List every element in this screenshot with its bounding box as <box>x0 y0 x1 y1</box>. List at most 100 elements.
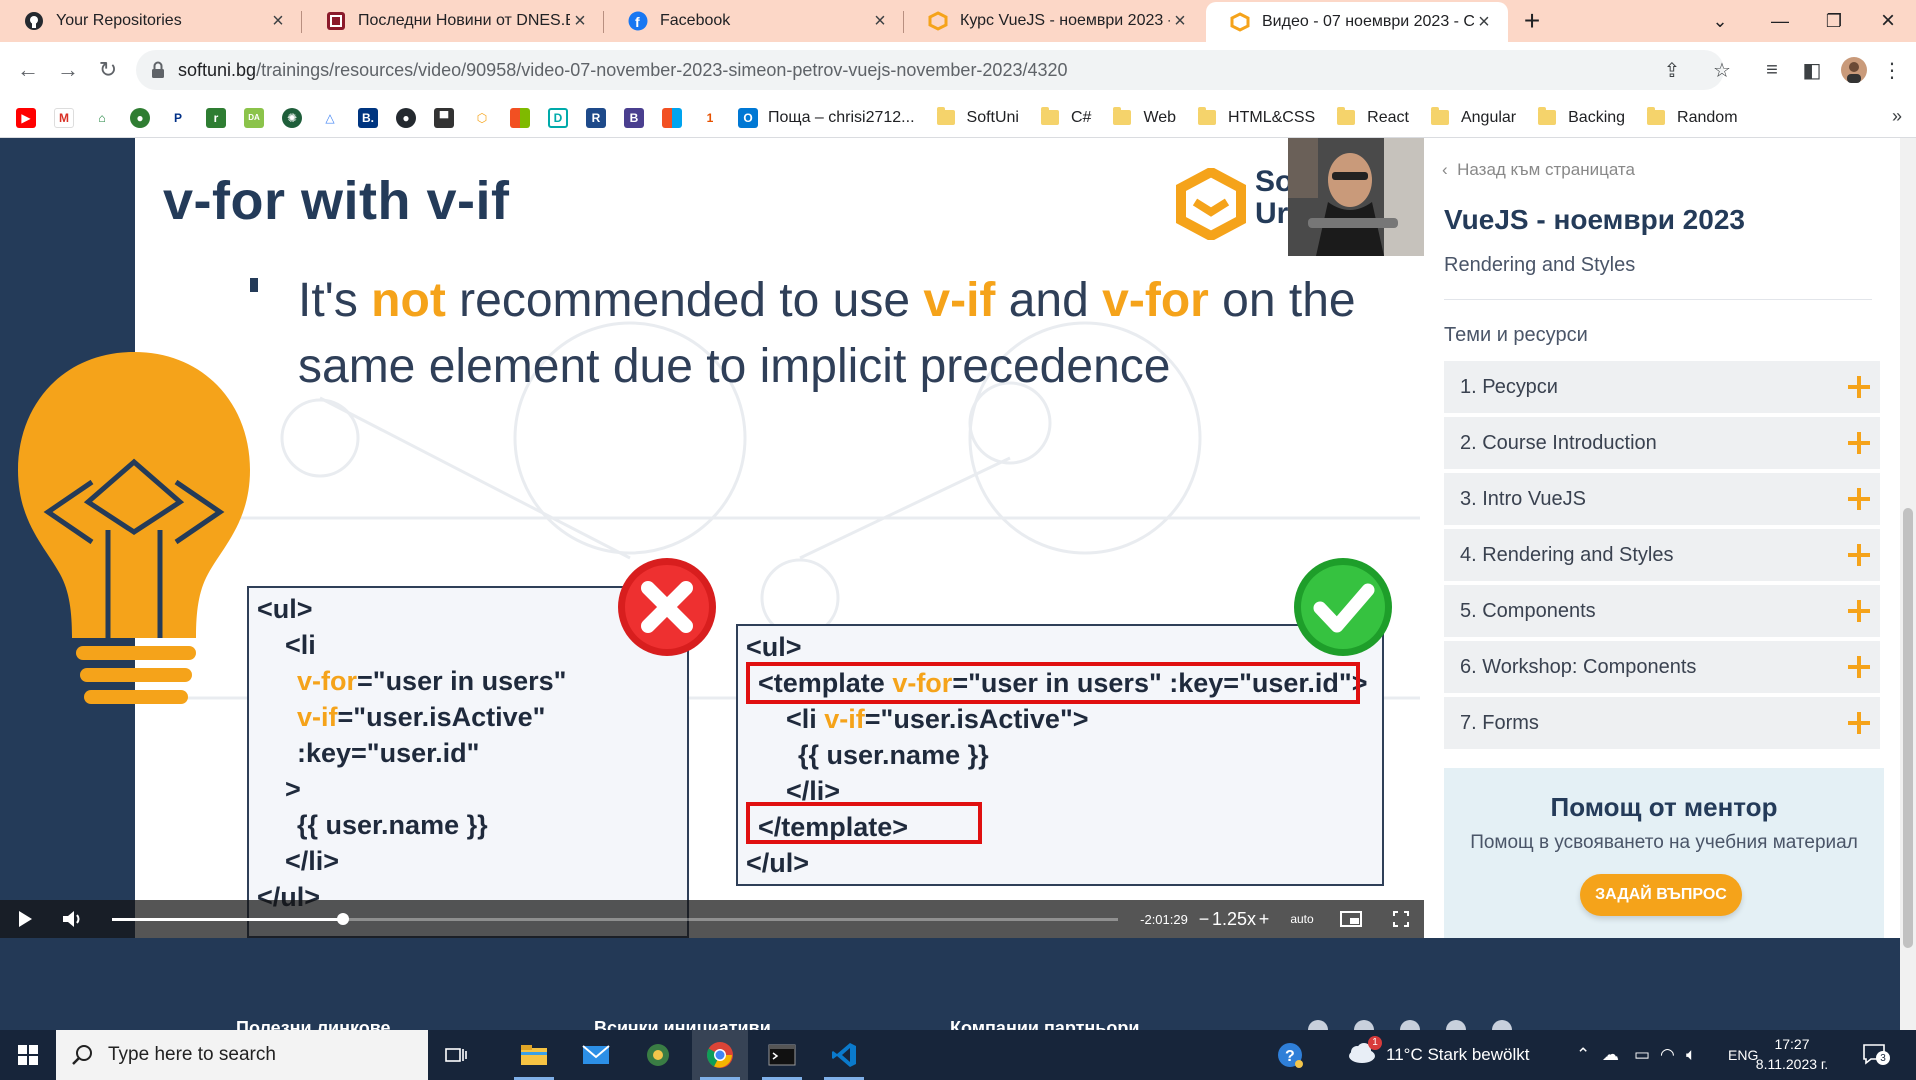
booking-icon[interactable]: B. <box>358 107 378 128</box>
video-player[interactable]: v-for with v-if It's not recommended to … <box>0 138 1424 938</box>
wifi-icon[interactable]: ◠ <box>1660 1030 1675 1080</box>
close-tab-icon[interactable]: × <box>1170 10 1190 32</box>
play-icon[interactable] <box>10 900 40 938</box>
minimize-button[interactable]: — <box>1750 0 1810 42</box>
chatgpt-icon[interactable]: ✺ <box>282 107 302 128</box>
expand-plus-icon[interactable] <box>1848 432 1870 454</box>
address-bar[interactable]: softuni.bg/trainings/resources/video/909… <box>136 50 1724 90</box>
forward-button[interactable]: → <box>48 50 88 90</box>
help-icon[interactable]: ? <box>1276 1030 1304 1080</box>
tab-facebook[interactable]: f Facebook × <box>604 0 904 42</box>
speaker-icon[interactable]: 🔈︎ <box>1686 1030 1696 1080</box>
footer-initiatives[interactable]: Всички инициативи <box>594 1018 771 1030</box>
close-window-button[interactable]: × <box>1858 0 1916 42</box>
onedrive-icon[interactable]: ☁ <box>1602 1030 1619 1080</box>
github-icon[interactable] <box>1400 1020 1420 1030</box>
bookmark-folder-htmlcss[interactable]: HTML&CSS <box>1198 107 1315 127</box>
microsoft-icon[interactable] <box>510 107 530 128</box>
task-view-icon[interactable] <box>428 1030 484 1080</box>
bookmark-folder-react[interactable]: React <box>1337 107 1409 127</box>
media-control-icon[interactable]: ≡ <box>1754 50 1790 90</box>
tab-dnes[interactable]: Последни Новини от DNES.BG × <box>302 0 604 42</box>
back-button[interactable]: ← <box>8 50 48 90</box>
volume-icon[interactable] <box>58 900 88 938</box>
footer-partners[interactable]: Компании партньори <box>950 1018 1139 1030</box>
tiktok-icon[interactable] <box>1446 1020 1466 1030</box>
linkedin-icon[interactable] <box>1492 1020 1512 1030</box>
side-panel-icon[interactable]: ◧ <box>1794 50 1830 90</box>
ask-question-button[interactable]: ЗАДАЙ ВЪПРОС <box>1580 874 1742 916</box>
scrollbar-thumb[interactable] <box>1903 508 1913 948</box>
mail-icon[interactable] <box>568 1030 624 1080</box>
quality-selector[interactable]: auto <box>1282 900 1322 938</box>
tab-your-repositories[interactable]: Your Repositories × <box>0 0 302 42</box>
bookmark-b-icon[interactable]: B <box>624 107 644 128</box>
topic-item-rendering-styles[interactable]: 4. Rendering and Styles <box>1444 529 1880 581</box>
bookmark-folder-angular[interactable]: Angular <box>1430 107 1516 127</box>
seek-bar[interactable] <box>112 913 1118 925</box>
notifications-icon[interactable]: 3 <box>1862 1030 1890 1080</box>
expand-plus-icon[interactable] <box>1848 376 1870 398</box>
show-hidden-icons-chevron[interactable]: ⌃ <box>1576 1030 1590 1080</box>
bookmark-1-icon[interactable]: 1 <box>700 107 720 128</box>
tab-video-active[interactable]: Видео - 07 ноември 2023 - Сим × <box>1206 2 1508 42</box>
lock-icon[interactable] <box>150 60 166 80</box>
expand-plus-icon[interactable] <box>1848 488 1870 510</box>
tab-course-vuejs[interactable]: Курс VueJS - ноември 2023 - С × <box>904 0 1204 42</box>
close-tab-icon[interactable]: × <box>268 10 288 32</box>
terminal-icon[interactable]: ▀ <box>434 107 454 128</box>
windows-icon[interactable] <box>662 107 682 128</box>
bookmark-folder-web[interactable]: Web <box>1113 107 1176 127</box>
instagram-icon[interactable] <box>1354 1020 1374 1030</box>
bookmark-star-icon[interactable]: ☆ <box>1704 50 1740 90</box>
close-tab-icon[interactable]: × <box>1474 11 1494 33</box>
bookmark-green-icon[interactable]: r <box>206 107 226 128</box>
bookmark-folder-csharp[interactable]: C# <box>1040 107 1091 127</box>
softuni-icon[interactable]: ⬡ <box>472 107 492 128</box>
speed-increase-button[interactable]: + <box>1256 900 1272 938</box>
file-explorer-icon[interactable] <box>506 1030 562 1080</box>
windows-start-icon[interactable] <box>0 1030 56 1080</box>
profile-avatar[interactable] <box>1836 50 1872 90</box>
tab-search-icon[interactable]: ⌄ <box>1690 0 1750 42</box>
weather-widget[interactable]: 1 11°C Stark bewölkt <box>1346 1030 1530 1080</box>
topic-item-resources[interactable]: 1. Ресурси <box>1444 361 1880 413</box>
battery-icon[interactable]: ▭ <box>1634 1030 1650 1080</box>
topic-item-workshop-components[interactable]: 6. Workshop: Components <box>1444 641 1880 693</box>
expand-plus-icon[interactable] <box>1848 544 1870 566</box>
new-tab-button[interactable]: + <box>1516 0 1548 42</box>
chromium-icon[interactable]: ● <box>130 107 150 128</box>
share-icon[interactable]: ⇪ <box>1654 50 1690 90</box>
bookmark-folder-backing[interactable]: Backing <box>1538 107 1625 127</box>
bookmark-r-icon[interactable]: R <box>586 107 606 128</box>
datev-icon[interactable]: DA <box>244 107 264 128</box>
bookmark-outlook[interactable]: O Поща – chrisi2712... <box>738 107 915 128</box>
course-title[interactable]: VueJS - ноември 2023 <box>1444 204 1745 236</box>
bookmarks-overflow-button[interactable]: » <box>1892 106 1902 127</box>
drive-icon[interactable]: △ <box>320 107 340 128</box>
close-tab-icon[interactable]: × <box>570 10 590 32</box>
expand-plus-icon[interactable] <box>1848 712 1870 734</box>
seek-handle[interactable] <box>337 913 350 925</box>
expand-plus-icon[interactable] <box>1848 656 1870 678</box>
browser-menu-icon[interactable]: ⋮ <box>1874 50 1910 90</box>
back-to-page-link[interactable]: ‹ Назад към страницата <box>1442 160 1635 180</box>
taskbar-search-box[interactable]: Type here to search <box>56 1030 428 1080</box>
chrome-icon[interactable] <box>692 1030 748 1080</box>
topic-item-course-introduction[interactable]: 2. Course Introduction <box>1444 417 1880 469</box>
youtube-icon[interactable]: ▶ <box>16 107 36 128</box>
github-icon[interactable]: ● <box>396 107 416 128</box>
bookmark-folder-random[interactable]: Random <box>1647 107 1738 127</box>
speed-decrease-button[interactable]: − <box>1196 900 1212 938</box>
bookmark-folder-softuni[interactable]: SoftUni <box>936 107 1019 127</box>
bookmark-d-icon[interactable]: D <box>548 107 568 128</box>
snipping-tool-icon[interactable] <box>630 1030 686 1080</box>
fullscreen-icon[interactable] <box>1386 900 1416 938</box>
picture-in-picture-icon[interactable] <box>1336 900 1366 938</box>
maximize-button[interactable]: ❐ <box>1804 0 1864 42</box>
gmail-icon[interactable]: M <box>54 107 74 128</box>
playback-speed[interactable]: 1.25x <box>1212 900 1256 938</box>
clock[interactable]: 17:27 8.11.2023 г. <box>1752 1034 1832 1074</box>
vscode-icon[interactable] <box>816 1030 872 1080</box>
close-tab-icon[interactable]: × <box>870 10 890 32</box>
